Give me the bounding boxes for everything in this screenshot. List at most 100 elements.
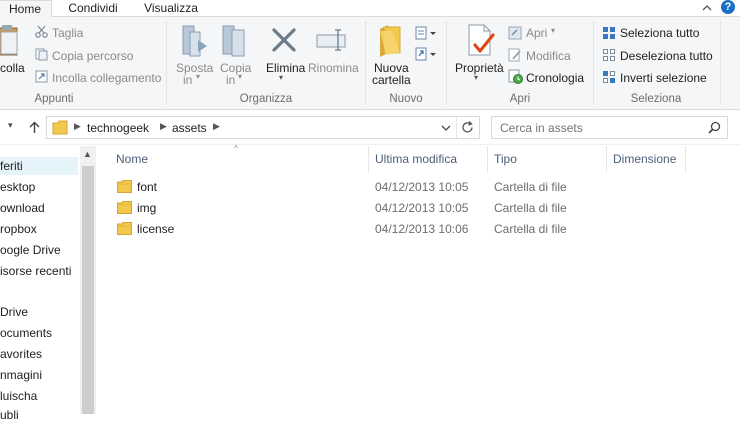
file-name[interactable]: font — [137, 180, 157, 194]
column-header-modified[interactable]: Ultima modifica — [375, 152, 457, 166]
folder-icon — [117, 201, 132, 214]
copy-path-button[interactable]: Copia percorso — [52, 49, 133, 63]
move-to-button[interactable]: Sposta — [176, 61, 213, 75]
tab-home[interactable]: Home — [0, 0, 52, 18]
group-label-organize: Organizza — [239, 93, 293, 105]
search-input[interactable] — [492, 117, 692, 138]
copy-to-button[interactable]: Copia — [220, 61, 251, 75]
refresh-icon[interactable] — [460, 120, 475, 135]
breadcrumb-item[interactable]: assets — [172, 121, 207, 135]
breadcrumb-separator-icon[interactable]: ▶ — [160, 121, 167, 132]
nav-item-dropbox[interactable]: ropbox — [0, 222, 37, 236]
column-divider[interactable] — [368, 146, 369, 172]
nav-item-music[interactable]: luischa — [0, 389, 37, 403]
nav-item-pictures[interactable]: nmagini — [0, 368, 42, 382]
file-name[interactable]: img — [137, 201, 156, 215]
open-icon — [508, 26, 522, 40]
new-folder-label-2: cartella — [372, 73, 411, 87]
file-name[interactable]: license — [137, 222, 174, 236]
search-icon[interactable] — [708, 121, 721, 134]
tab-share[interactable]: Condividi — [58, 0, 128, 17]
group-label-clipboard: Appunti — [34, 93, 74, 105]
edit-icon — [508, 48, 521, 62]
address-row: ▾ ▶ technogeek ▶ assets ▶ — [0, 111, 740, 145]
nav-item-downloads[interactable]: ownload — [0, 201, 45, 215]
new-item-icon[interactable] — [414, 25, 438, 41]
open-button[interactable]: Apri — [526, 26, 547, 40]
nav-item-onedrive[interactable]: Drive — [0, 305, 28, 319]
nav-item-recent[interactable]: isorse recenti — [0, 264, 71, 278]
nav-item-documents[interactable]: ocuments — [0, 326, 52, 340]
copy-to-chevron-icon: ▾ — [238, 72, 243, 81]
history-button[interactable]: Cronologia — [526, 71, 584, 85]
paste-shortcut-icon — [35, 70, 48, 83]
breadcrumb-separator-icon[interactable]: ▶ — [74, 121, 81, 132]
help-icon[interactable]: ? — [721, 0, 735, 14]
search-box[interactable] — [491, 116, 728, 139]
column-divider[interactable] — [606, 146, 607, 172]
file-type: Cartella di file — [494, 222, 567, 236]
nav-item-favorites-2[interactable]: avorites — [0, 347, 42, 361]
column-divider[interactable] — [685, 146, 686, 172]
delete-icon — [272, 28, 296, 52]
rename-button[interactable]: Rinomina — [308, 61, 359, 75]
sort-ascending-icon: ^ — [234, 144, 238, 153]
scroll-thumb[interactable] — [82, 166, 94, 414]
tab-view[interactable]: Visualizza — [136, 0, 206, 17]
nav-item-public[interactable]: ubli — [0, 408, 19, 422]
group-label-select: Seleziona — [630, 93, 682, 105]
deselect-all-icon — [603, 49, 615, 61]
nav-scrollbar[interactable]: ▲ — [80, 146, 96, 414]
file-modified: 04/12/2013 10:05 — [375, 201, 469, 215]
scroll-up-icon[interactable]: ▲ — [83, 149, 92, 159]
file-row[interactable]: img 04/12/2013 10:05 Cartella di file — [97, 198, 740, 219]
paste-shortcut-button[interactable]: Incolla collegamento — [52, 71, 161, 85]
column-header-size[interactable]: Dimensione — [613, 152, 676, 166]
ribbon-tab-bar: Home Condividi Visualizza ? — [0, 0, 740, 18]
deselect-all-button[interactable]: Deseleziona tutto — [620, 49, 713, 63]
invert-selection-button[interactable]: Inverti selezione — [620, 71, 707, 85]
column-header-type[interactable]: Tipo — [494, 152, 517, 166]
column-divider[interactable] — [487, 146, 488, 172]
open-chevron-icon: ▾ — [551, 26, 556, 35]
copy-path-icon — [35, 48, 48, 61]
file-row[interactable]: license 04/12/2013 10:06 Cartella di fil… — [97, 219, 740, 240]
address-bar[interactable]: ▶ technogeek ▶ assets ▶ — [46, 116, 480, 139]
folder-icon — [117, 180, 132, 193]
copy-to-icon — [222, 25, 245, 57]
group-divider — [720, 21, 721, 105]
rename-icon — [316, 29, 346, 51]
paste-icon[interactable] — [0, 25, 20, 57]
history-icon — [508, 69, 523, 84]
up-arrow-icon[interactable] — [28, 121, 41, 134]
nav-item-desktop[interactable]: esktop — [0, 180, 35, 194]
nav-item-favorites[interactable]: feriti — [0, 157, 78, 175]
file-row[interactable]: font 04/12/2013 10:05 Cartella di file — [97, 177, 740, 198]
move-to-label-2: in — [183, 73, 193, 87]
easy-access-icon[interactable] — [414, 46, 438, 62]
group-divider — [365, 21, 366, 105]
properties-button[interactable]: Proprietà — [455, 61, 504, 75]
file-modified: 04/12/2013 10:06 — [375, 222, 469, 236]
file-type: Cartella di file — [494, 180, 567, 194]
folder-icon — [52, 120, 68, 135]
paste-label[interactable]: colla — [0, 61, 25, 75]
delete-chevron-icon: ▾ — [279, 73, 284, 82]
properties-chevron-icon: ▾ — [474, 73, 479, 82]
copy-to-label-2: in — [226, 73, 236, 87]
nav-item-google-drive[interactable]: oogle Drive — [0, 243, 61, 257]
select-all-button[interactable]: Seleziona tutto — [620, 26, 699, 40]
recent-locations-chevron-icon[interactable]: ▾ — [8, 120, 13, 131]
breadcrumb-item[interactable]: technogeek — [87, 121, 149, 135]
edit-button[interactable]: Modifica — [526, 49, 571, 63]
move-to-chevron-icon: ▾ — [196, 72, 201, 81]
breadcrumb-separator-icon[interactable]: ▶ — [213, 121, 220, 132]
delete-button[interactable]: Elimina — [266, 61, 305, 75]
address-divider — [456, 117, 457, 138]
cut-icon — [35, 25, 48, 38]
group-divider — [166, 21, 167, 105]
column-header-name[interactable]: Nome — [116, 152, 148, 166]
cut-button[interactable]: Taglia — [52, 26, 83, 40]
collapse-ribbon-icon[interactable] — [700, 1, 714, 15]
address-dropdown-icon[interactable] — [440, 123, 452, 133]
